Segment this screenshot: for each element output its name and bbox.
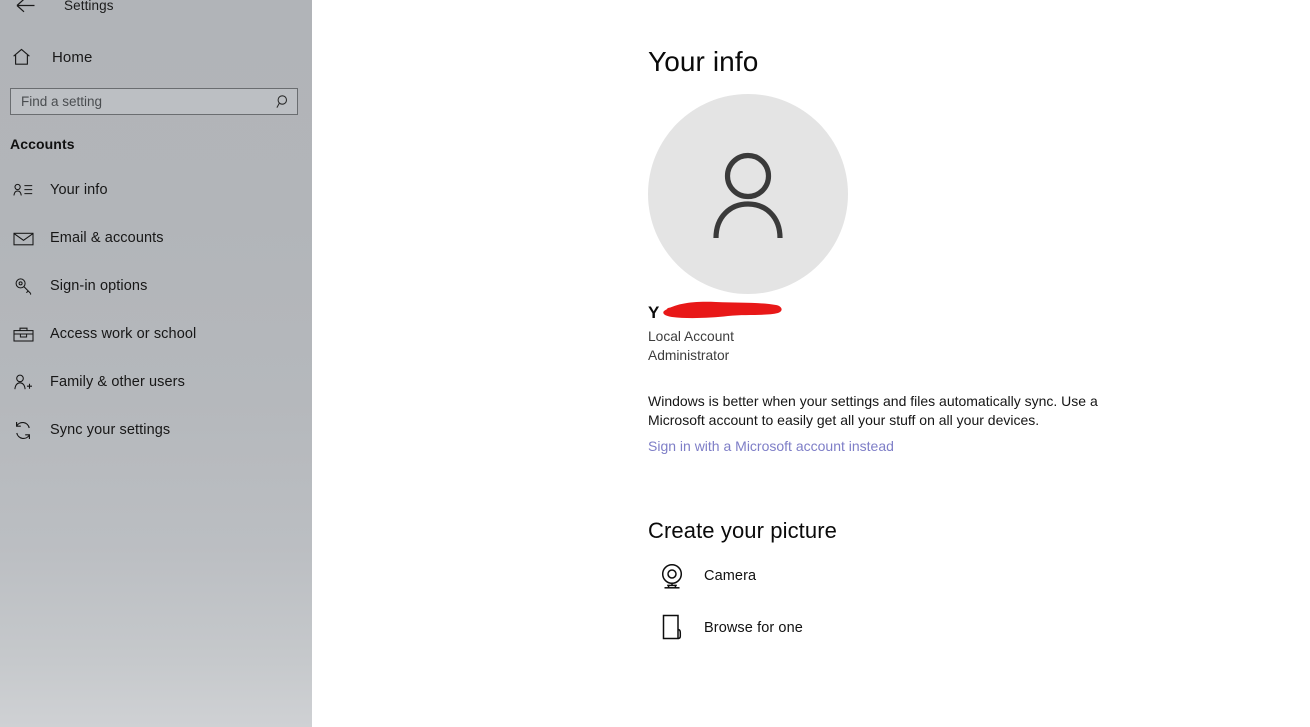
person-avatar-icon [713, 152, 783, 239]
sidebar-item-email-accounts[interactable]: Email & accounts [0, 214, 312, 262]
briefcase-icon [10, 326, 36, 343]
sidebar-item-label: Access work or school [50, 326, 197, 342]
redaction-scribble [663, 301, 782, 319]
search-input[interactable] [21, 89, 275, 114]
page-title: Your info [648, 46, 759, 77]
title-bar: Settings [0, 0, 312, 18]
search-icon[interactable] [275, 94, 291, 110]
create-picture-option-browse[interactable]: Browse for one [652, 608, 912, 648]
create-picture-option-label: Camera [704, 568, 757, 584]
sign-in-microsoft-link[interactable]: Sign in with a Microsoft account instead [648, 438, 894, 454]
create-picture-option-camera[interactable]: Camera [652, 556, 912, 596]
sync-icon [10, 421, 36, 440]
home-icon [12, 48, 36, 66]
sidebar-item-label: Email & accounts [50, 230, 164, 246]
settings-window: Settings Home Accounts [0, 0, 1310, 727]
sidebar-item-label: Sign-in options [50, 278, 148, 294]
create-picture-title: Create your picture [648, 518, 837, 543]
window-title: Settings [64, 0, 114, 13]
sidebar-item-sign-in-options[interactable]: Sign-in options [0, 262, 312, 310]
home-label: Home [52, 48, 93, 66]
create-picture-option-label: Browse for one [704, 620, 803, 636]
user-name-row: Y [648, 301, 948, 324]
key-icon [10, 277, 36, 296]
avatar[interactable] [648, 94, 848, 294]
sidebar-item-label: Your info [50, 182, 108, 198]
sync-description: Windows is better when your settings and… [648, 393, 1098, 428]
sidebar-item-label: Family & other users [50, 374, 185, 390]
search-box[interactable] [10, 88, 298, 115]
mail-icon [10, 231, 36, 246]
main-content: Your info Y Local Account Administrator … [312, 0, 1310, 727]
sidebar-item-family-other-users[interactable]: Family & other users [0, 358, 312, 406]
contact-card-icon [10, 182, 36, 198]
sidebar-item-label: Sync your settings [50, 422, 171, 438]
back-arrow-icon[interactable] [8, 0, 42, 18]
sidebar: Settings Home Accounts [0, 0, 312, 727]
sidebar-item-your-info[interactable]: Your info [0, 166, 312, 214]
user-name: Y [648, 303, 660, 322]
sidebar-item-access-work-school[interactable]: Access work or school [0, 310, 312, 358]
sidebar-item-sync-settings[interactable]: Sync your settings [0, 406, 312, 454]
webcam-icon [652, 562, 692, 590]
add-user-icon [10, 373, 36, 392]
sidebar-section-label: Accounts [10, 136, 75, 152]
file-page-icon [652, 613, 692, 643]
sidebar-nav: Your info Email & accounts Sign-in optio… [0, 166, 312, 454]
sidebar-item-home[interactable]: Home [0, 40, 312, 74]
account-type: Local Account [648, 329, 734, 344]
account-role: Administrator [648, 348, 730, 363]
